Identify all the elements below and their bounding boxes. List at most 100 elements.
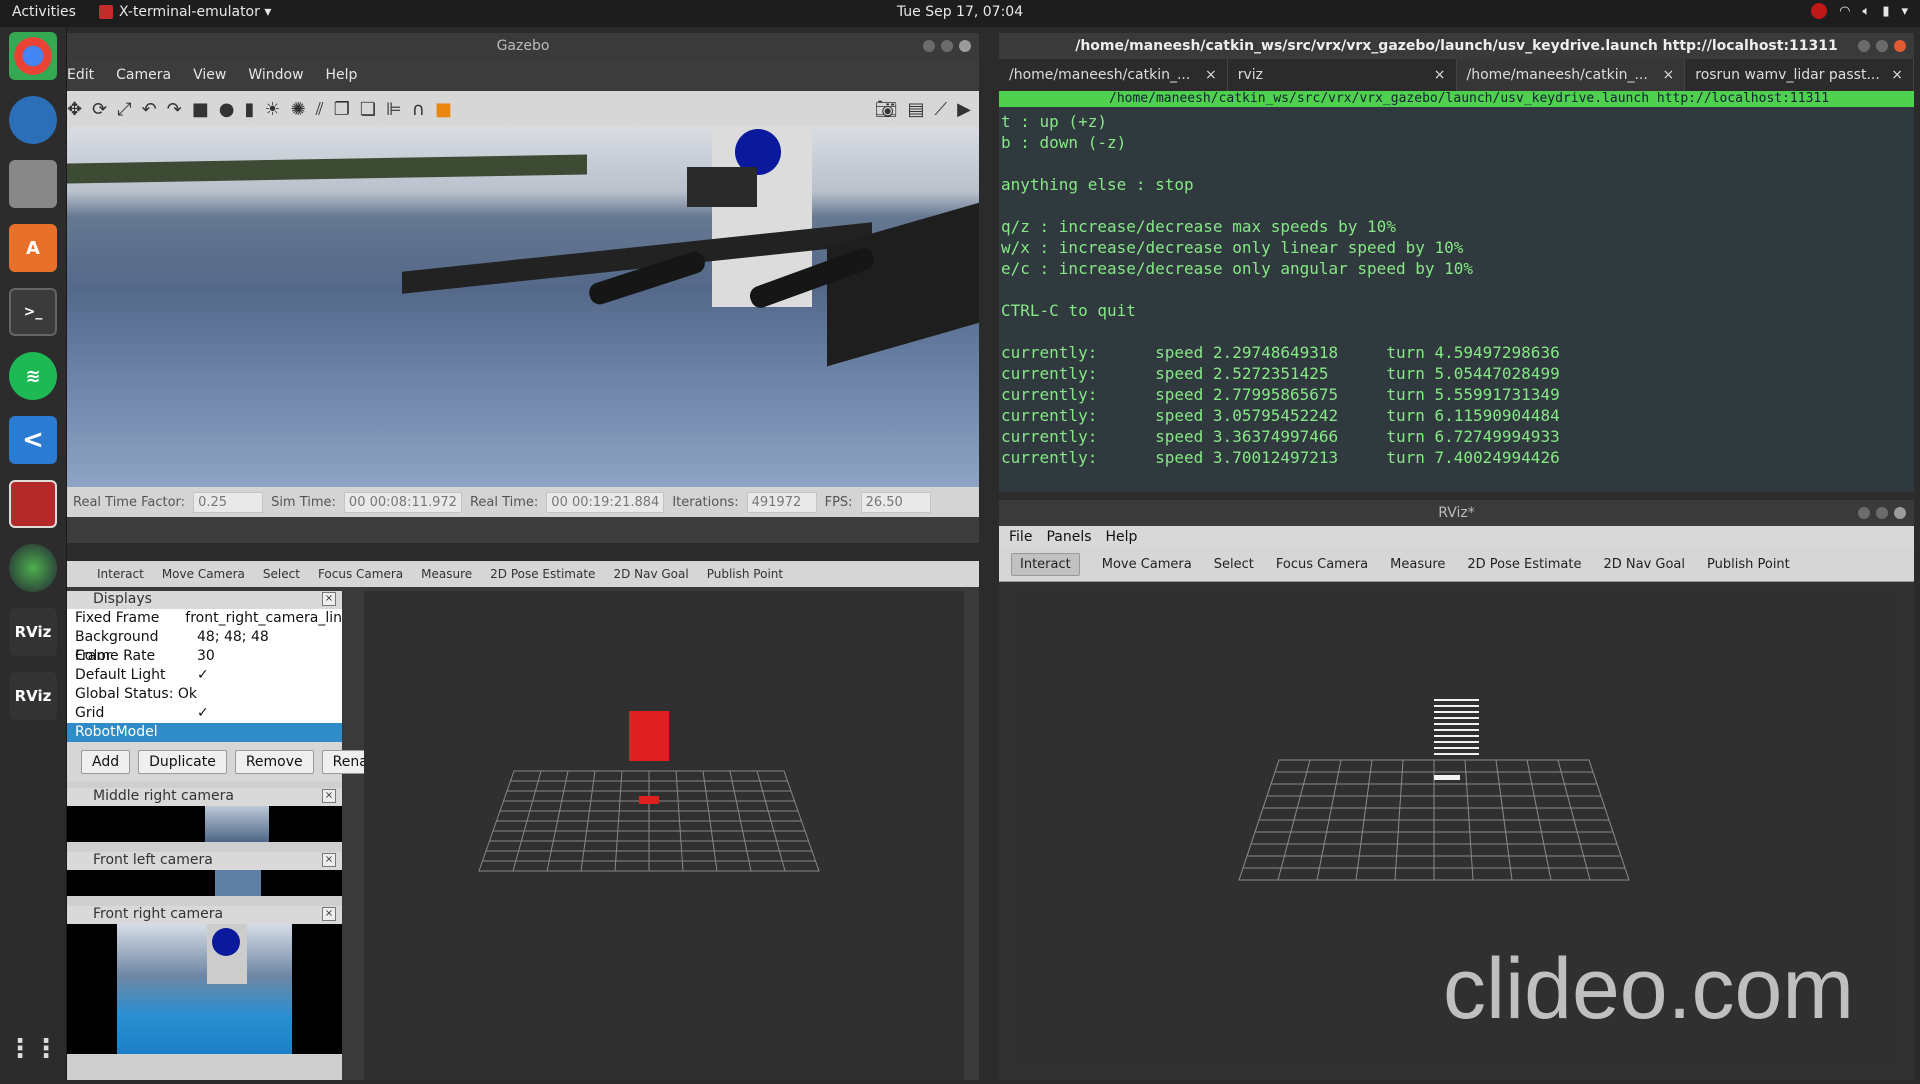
tool-publish-point[interactable]: Publish Point — [707, 567, 783, 581]
box-icon[interactable]: ■ — [192, 99, 209, 120]
tab-rviz[interactable]: rviz × — [1228, 59, 1457, 91]
add-button[interactable]: Add — [81, 750, 131, 774]
displays-tree[interactable]: Fixed Frame front_right_camera_lin Backgro… — [67, 609, 342, 742]
activities-button[interactable]: Activities — [12, 4, 76, 20]
record-indicator-icon[interactable] — [1811, 3, 1828, 19]
tab-catkin-1[interactable]: /home/maneesh/catkin_... × — [999, 59, 1228, 91]
menu-camera[interactable]: Camera — [116, 67, 171, 83]
tool-select[interactable]: Select — [263, 567, 300, 581]
chrome-icon[interactable] — [9, 32, 57, 80]
display-prop-row[interactable]: Fixed Frame front_right_camera_lin — [67, 609, 342, 628]
clock[interactable]: Tue Sep 17, 07:04 — [0, 4, 1920, 20]
close-icon[interactable]: × — [322, 907, 336, 921]
maximize-icon[interactable] — [941, 40, 953, 52]
close-icon[interactable] — [1894, 507, 1906, 519]
gazebo-3d-scene[interactable] — [67, 127, 979, 487]
vscode-icon[interactable]: < — [9, 416, 57, 464]
maximize-icon[interactable] — [1876, 507, 1888, 519]
tool-publish-point[interactable]: Publish Point — [1707, 557, 1790, 572]
snap-icon[interactable]: ∩ — [412, 99, 425, 120]
app-menu[interactable]: X-terminal-emulator ▾ — [99, 4, 271, 20]
tool-move-camera[interactable]: Move Camera — [162, 567, 245, 581]
close-icon[interactable]: × — [1891, 67, 1903, 83]
battery-icon[interactable]: ▮ — [1882, 4, 1889, 19]
align-icon[interactable]: ⊫ — [386, 99, 402, 120]
menu-help[interactable]: Help — [1106, 529, 1138, 545]
tool-2d-nav[interactable]: 2D Nav Goal — [613, 567, 688, 581]
gazebo-icon[interactable] — [9, 544, 57, 592]
rviz-icon-2[interactable]: RViz — [9, 672, 57, 720]
minimize-icon[interactable] — [1858, 507, 1870, 519]
menu-file[interactable]: File — [1009, 529, 1032, 545]
tool-focus-camera[interactable]: Focus Camera — [1276, 557, 1368, 572]
undo-icon[interactable]: ↶ — [142, 99, 157, 120]
menu-help[interactable]: Help — [326, 67, 358, 83]
close-icon[interactable] — [959, 40, 971, 52]
orange-model-icon[interactable]: ■ — [435, 99, 452, 120]
menu-view[interactable]: View — [193, 67, 226, 83]
tool-select[interactable]: Select — [1214, 557, 1254, 572]
menu-edit[interactable]: Edit — [67, 67, 94, 83]
close-icon[interactable] — [1894, 40, 1906, 52]
software-center-icon[interactable]: A — [9, 224, 57, 272]
close-icon[interactable]: × — [1434, 67, 1446, 83]
close-icon[interactable]: × — [322, 789, 336, 803]
display-prop-row[interactable]: Frame Rate 30 — [67, 647, 342, 666]
menu-window[interactable]: Window — [248, 67, 303, 83]
display-prop-row[interactable]: Grid ✓ — [67, 704, 342, 723]
tool-2d-pose[interactable]: 2D Pose Estimate — [1467, 557, 1581, 572]
volume-icon[interactable]: 🔈︎ — [1863, 4, 1871, 19]
apps-grid-icon[interactable]: ⋮⋮ — [7, 1025, 59, 1073]
minimize-icon[interactable] — [923, 40, 935, 52]
scale-icon[interactable]: ⤢ — [117, 99, 131, 120]
tool-measure[interactable]: Measure — [421, 567, 472, 581]
tool-move-camera[interactable]: Move Camera — [1102, 557, 1192, 572]
duplicate-button[interactable]: Duplicate — [138, 750, 227, 774]
thunderbird-icon[interactable] — [9, 96, 57, 144]
sun-icon[interactable]: ☀ — [264, 99, 280, 120]
tool-focus-camera[interactable]: Focus Camera — [318, 567, 403, 581]
close-icon[interactable]: × — [322, 592, 336, 606]
close-icon[interactable]: × — [1663, 67, 1675, 83]
translate-icon[interactable]: ✥ — [67, 99, 82, 120]
rotate-icon[interactable]: ⟳ — [92, 99, 107, 120]
tool-interact[interactable]: Interact — [97, 567, 144, 581]
sphere-icon[interactable]: ● — [219, 99, 235, 120]
tool-2d-nav[interactable]: 2D Nav Goal — [1603, 557, 1685, 572]
system-tray[interactable]: ◠ 🔈︎ ▮ ▾ — [1811, 3, 1908, 19]
redo-icon[interactable]: ↷ — [167, 99, 182, 120]
cylinder-icon[interactable]: ▮ — [245, 99, 255, 120]
maximize-icon[interactable] — [1876, 40, 1888, 52]
video-icon[interactable]: ▶ — [957, 99, 971, 120]
display-prop-row[interactable]: Global Status: Ok — [67, 685, 342, 704]
display-prop-row[interactable]: Background Color 48; 48; 48 — [67, 628, 342, 664]
tab-catkin-2[interactable]: /home/maneesh/catkin_... × — [1456, 59, 1686, 91]
display-prop-row[interactable]: Default Light ✓ — [67, 666, 342, 685]
log-icon[interactable]: ▤ — [908, 99, 925, 120]
tool-measure[interactable]: Measure — [1390, 557, 1445, 572]
remove-button[interactable]: Remove — [234, 750, 314, 774]
paste-icon[interactable]: ❏ — [360, 99, 376, 120]
app-icon[interactable] — [9, 480, 57, 528]
power-icon[interactable]: ▾ — [1901, 4, 1908, 19]
files-icon[interactable] — [9, 160, 57, 208]
tab-lidar[interactable]: rosrun wamv_lidar passt... × — [1685, 59, 1914, 91]
rviz-left-3d-view[interactable] — [364, 591, 964, 1080]
spotify-icon[interactable]: ≋ — [9, 352, 57, 400]
pointlight-icon[interactable]: ✺ — [291, 99, 306, 120]
tool-interact[interactable]: Interact — [1011, 553, 1080, 576]
plot-icon[interactable]: ⟋ — [935, 99, 948, 120]
rviz-icon[interactable]: RViz — [9, 608, 57, 656]
terminal-icon[interactable]: >_ — [9, 288, 57, 336]
copy-icon[interactable]: ❐ — [334, 99, 350, 120]
display-prop-row[interactable]: RobotModel — [67, 723, 342, 742]
menu-panels[interactable]: Panels — [1046, 529, 1091, 545]
dirlight-icon[interactable]: ⫽ — [316, 99, 324, 120]
wifi-icon[interactable]: ◠ — [1839, 4, 1850, 19]
close-icon[interactable]: × — [1205, 67, 1217, 83]
screenshot-icon[interactable]: 📷︎ — [875, 99, 898, 120]
close-icon[interactable]: × — [322, 853, 336, 867]
terminal-output[interactable]: t : up (+z) b : down (-z) anything else : … — [999, 107, 1914, 492]
tool-2d-pose[interactable]: 2D Pose Estimate — [490, 567, 595, 581]
minimize-icon[interactable] — [1858, 40, 1870, 52]
